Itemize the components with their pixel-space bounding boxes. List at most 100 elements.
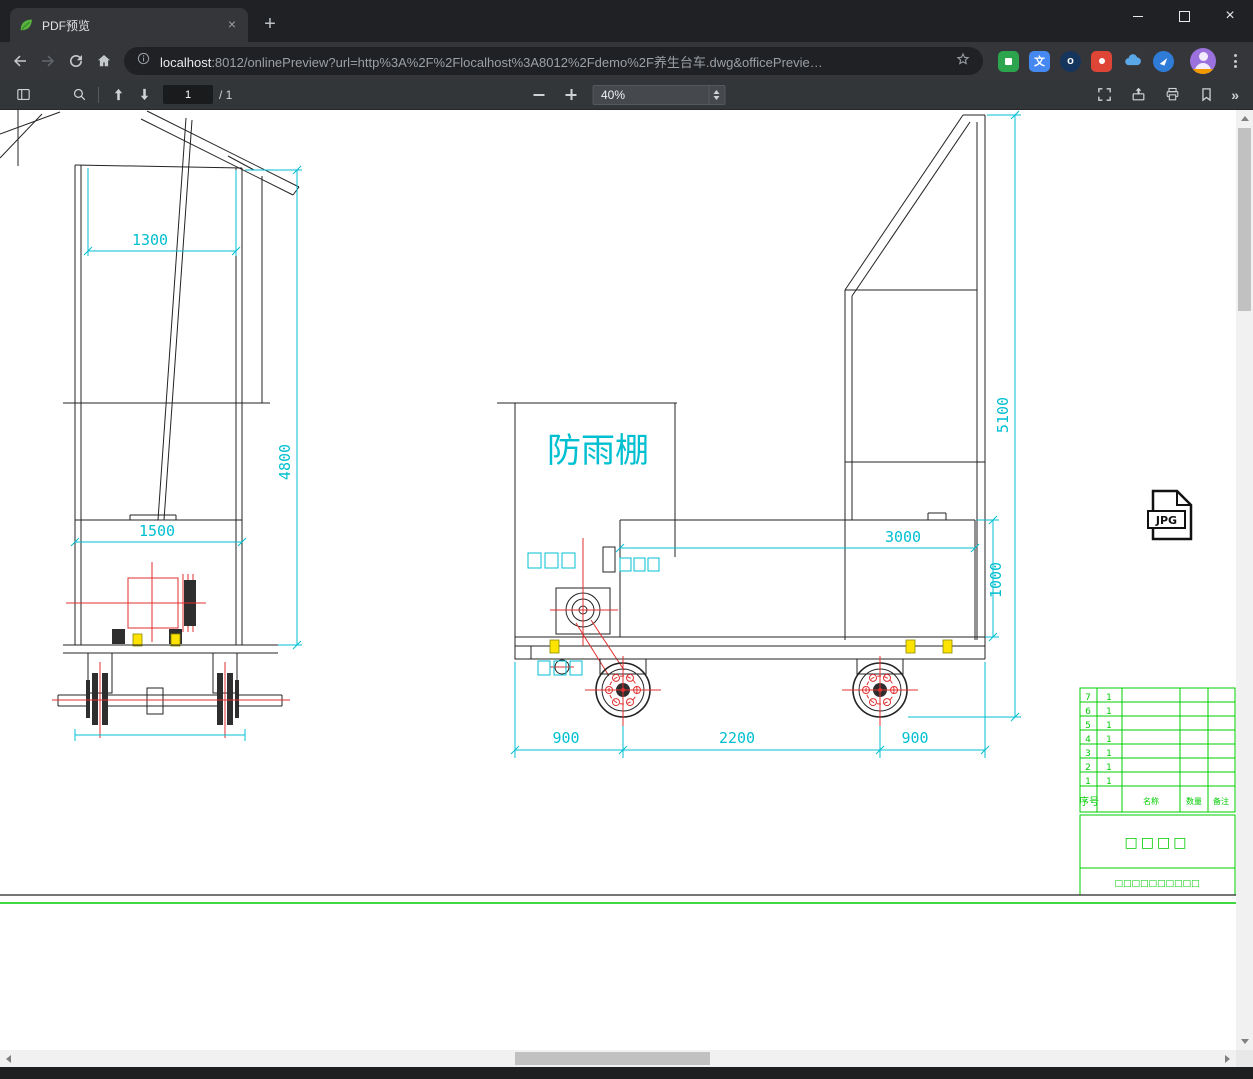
maximize-button[interactable]: [1161, 0, 1207, 32]
back-button[interactable]: [6, 47, 34, 75]
window-controls: ×: [1115, 0, 1253, 32]
row-qty: 1: [1106, 707, 1112, 717]
zoom-in-button[interactable]: [560, 84, 582, 106]
page-count-label: / 1: [219, 87, 233, 102]
print-icon: [1166, 87, 1179, 101]
triangle-left-icon: [6, 1054, 11, 1063]
arrow-up-icon: [114, 88, 122, 101]
toolbar-right-tools: »: [1091, 82, 1243, 108]
extension-icon-1[interactable]: [998, 50, 1019, 72]
search-icon: [73, 88, 85, 101]
extension-icon-6[interactable]: [1153, 50, 1174, 72]
extension-icon-2[interactable]: 文: [1029, 50, 1050, 72]
extension-glyph: [1098, 58, 1105, 64]
zoom-out-button[interactable]: [528, 84, 550, 106]
extension-icon-5[interactable]: [1122, 51, 1143, 72]
avatar-band: [1190, 69, 1216, 74]
row-number: 5: [1085, 721, 1091, 731]
browser-menu-button[interactable]: [1223, 47, 1247, 75]
scroll-right-button[interactable]: [1219, 1050, 1236, 1067]
cad-side-view: 防雨棚 3000 1000 5100 900 2200 900: [497, 110, 1021, 758]
title-block: 7 6 5 4 3 2 1 1 1 1 1 1 1 1 序号 名称 数量 备注: [1079, 687, 1236, 896]
more-tools-button[interactable]: »: [1227, 87, 1243, 103]
dimension-label: 1300: [132, 231, 168, 249]
address-bar[interactable]: localhost:8012/onlinePreview?url=http%3A…: [124, 47, 983, 75]
new-tab-button[interactable]: +: [256, 11, 284, 39]
title-block-title: □□□□: [1125, 835, 1190, 851]
wheel-right: [842, 656, 918, 726]
reload-button[interactable]: [62, 47, 90, 75]
sheet-border: [0, 894, 1236, 904]
extension-glyph: [1005, 57, 1012, 65]
dimension-label: 900: [901, 729, 928, 747]
scroll-up-button[interactable]: [1236, 110, 1253, 127]
dimension-label: 4800: [276, 444, 294, 480]
dimension-label: 1500: [139, 522, 175, 540]
horizontal-scrollbar-thumb[interactable]: [515, 1052, 710, 1065]
row-number: 7: [1085, 693, 1091, 703]
extension-icon-3[interactable]: o: [1060, 50, 1081, 72]
browser-window: PDF预览 × + × localhost:8012/onlinePreview…: [0, 0, 1253, 1079]
scroll-left-button[interactable]: [0, 1050, 17, 1067]
fullscreen-button[interactable]: [1091, 82, 1117, 108]
header-qty: 数量: [1186, 796, 1202, 806]
sidebar-toggle-button[interactable]: [10, 82, 36, 108]
bookmark-button[interactable]: [1193, 82, 1219, 108]
profile-avatar[interactable]: [1190, 48, 1216, 74]
dimension-label: 3000: [885, 528, 921, 546]
print-button[interactable]: [1159, 82, 1185, 108]
reload-icon: [70, 55, 82, 67]
horizontal-scrollbar[interactable]: [0, 1050, 1236, 1067]
vertical-scrollbar-thumb[interactable]: [1238, 128, 1251, 311]
triangle-right-icon: [1225, 1054, 1230, 1063]
maximize-icon: [1178, 10, 1190, 22]
dimension-label: 900: [552, 729, 579, 747]
row-qty: 1: [1106, 721, 1112, 731]
jpg-file-icon: JPG: [1147, 489, 1193, 541]
row-qty: 1: [1106, 763, 1112, 773]
header-name: 名称: [1143, 796, 1159, 806]
scroll-down-button[interactable]: [1236, 1033, 1253, 1050]
home-button[interactable]: [90, 47, 118, 75]
favicon-leaf-icon: [18, 17, 34, 33]
window-bottom-strip: [0, 1067, 1253, 1079]
triangle-down-icon: [1240, 1039, 1249, 1044]
close-button[interactable]: ×: [1207, 0, 1253, 32]
zoom-level-value: 40%: [601, 87, 626, 102]
minimize-button[interactable]: [1115, 0, 1161, 32]
extension-icon-4[interactable]: [1091, 50, 1112, 72]
tab-close-icon[interactable]: ×: [224, 17, 240, 33]
vertical-scrollbar[interactable]: [1236, 110, 1253, 1050]
home-icon: [98, 55, 110, 67]
cad-drawing: 1300 4800 1500 防雨棚 3000 1000 5100 900 22…: [0, 110, 1236, 904]
triangle-up-icon: [1240, 116, 1249, 121]
canopy-label: 防雨棚: [547, 431, 649, 471]
forward-button[interactable]: [34, 47, 62, 75]
avatar-head: [1198, 52, 1208, 61]
bookmark-star-icon[interactable]: [955, 51, 971, 72]
pdf-viewer-toolbar: / 1 40% »: [0, 80, 1253, 110]
title-block-footer: □□□□□□□□□□: [1114, 879, 1199, 889]
url-path: :8012/onlinePreview?url=http%3A%2F%2Floc…: [211, 54, 823, 70]
header-note: 备注: [1213, 796, 1229, 806]
row-qty: 1: [1106, 777, 1112, 787]
row-number: 6: [1085, 707, 1091, 717]
pdf-page-view: 1300 4800 1500 防雨棚 3000 1000 5100 900 22…: [0, 110, 1253, 1050]
next-page-button[interactable]: [131, 82, 157, 108]
dimension-label: 5100: [994, 397, 1012, 433]
browser-tab[interactable]: PDF预览 ×: [10, 8, 248, 42]
page-number-input[interactable]: [163, 85, 213, 104]
wheel-left: [585, 656, 661, 726]
page-info-icon[interactable]: [136, 51, 151, 71]
forward-icon: [42, 55, 54, 67]
row-qty: 1: [1106, 693, 1112, 703]
zoom-controls: 40%: [528, 84, 725, 106]
search-button[interactable]: [66, 82, 92, 108]
header-seq: 序号: [1079, 795, 1099, 808]
row-qty: 1: [1106, 749, 1112, 759]
row-number: 2: [1085, 763, 1091, 773]
zoom-level-select[interactable]: 40%: [592, 84, 725, 105]
export-button[interactable]: [1125, 82, 1151, 108]
zoom-select-spinner: [708, 85, 724, 104]
previous-page-button[interactable]: [105, 82, 131, 108]
